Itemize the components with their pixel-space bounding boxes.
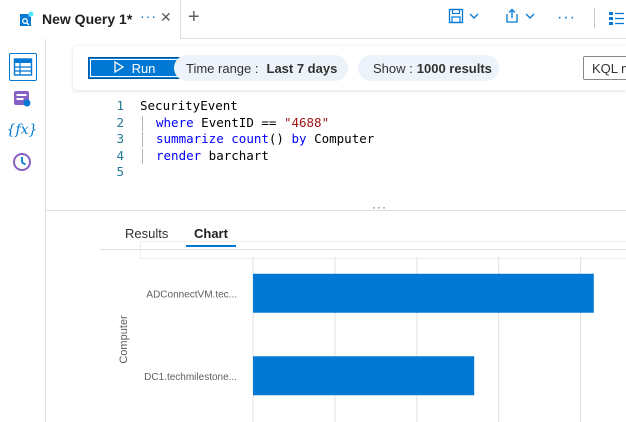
query-tab-bar: New Query 1* ··· ✕ + ···	[0, 0, 626, 39]
history-icon[interactable]	[9, 149, 35, 175]
line-number: 5	[116, 164, 124, 179]
code-line: where EventID == "4688"	[156, 115, 329, 131]
save-icon	[448, 8, 464, 29]
code-token: by	[291, 131, 307, 146]
code-token: ()	[268, 131, 292, 146]
code-token: summarize	[156, 131, 224, 146]
tab-results[interactable]: Results	[125, 226, 168, 241]
run-label: Run	[131, 60, 156, 76]
tables-icon[interactable]	[9, 53, 37, 81]
bar	[253, 356, 475, 396]
kql-mode-dropdown[interactable]: KQL mode	[583, 56, 626, 80]
result-limit-picker[interactable]: Show : 1000 results	[358, 55, 499, 81]
show-label: Show :	[373, 60, 413, 76]
category-label: ADConnectVM.tec...	[146, 289, 237, 300]
code-token: render	[156, 147, 202, 163]
line-number: 2	[116, 114, 124, 130]
tab-title: New Query 1*	[42, 11, 133, 27]
code-token: Computer	[306, 131, 375, 146]
code-line: render barchart	[156, 148, 269, 164]
code-token: barchart	[201, 147, 269, 163]
query-icon	[18, 10, 36, 33]
code-line: SecurityEvent	[140, 98, 238, 114]
save-button[interactable]	[448, 6, 480, 30]
y-axis-label: Computer	[118, 315, 130, 364]
line-number: 4	[116, 147, 124, 163]
tab-chart-indicator	[186, 245, 236, 247]
bar	[253, 273, 594, 313]
show-value: 1000 results	[416, 60, 492, 76]
tab-more-icon[interactable]: ···	[140, 8, 157, 24]
query-toolbar: Run Time range : Last 7 days Show : 1000…	[73, 46, 626, 90]
code-line: summarize count() by Computer	[156, 131, 374, 147]
query-editor[interactable]: 1 SecurityEvent 2 where EventID == "4688" 3 s…	[100, 96, 626, 259]
left-rail: {fx}	[0, 39, 46, 422]
code-token: SecurityEvent	[140, 98, 238, 113]
toolbar-divider	[594, 8, 595, 28]
share-icon	[504, 8, 520, 29]
time-range-picker[interactable]: Time range : Last 7 days	[174, 55, 348, 81]
code-token: "4688"	[283, 114, 330, 130]
results-tab-divider	[100, 249, 626, 250]
time-range-label: Time range :	[186, 60, 259, 76]
queries-icon[interactable]	[9, 85, 35, 111]
line-number: 3	[116, 131, 124, 146]
resize-handle[interactable]: ···	[372, 200, 387, 214]
layout-icon[interactable]	[608, 6, 624, 30]
code-token: EventID ==	[193, 114, 284, 130]
more-options-icon[interactable]: ···	[557, 6, 576, 30]
pipe-guide	[142, 115, 143, 131]
share-button[interactable]	[504, 6, 536, 30]
chevron-down-icon	[468, 9, 480, 27]
run-button[interactable]: Run	[88, 57, 181, 79]
code-token: where	[156, 114, 194, 130]
bar-chart: ADConnectVM.tec... DC1.techmilestone... Co…	[118, 257, 594, 422]
new-tab-icon[interactable]: +	[188, 6, 200, 29]
pipe-guide	[142, 132, 143, 147]
line-number: 1	[116, 98, 124, 113]
pipe-guide	[142, 148, 143, 164]
query-tab[interactable]: New Query 1* ··· ✕	[0, 0, 181, 39]
category-label: DC1.techmilestone...	[144, 372, 237, 383]
tab-chart[interactable]: Chart	[194, 226, 228, 241]
chevron-down-icon	[524, 9, 536, 27]
code-token: count	[231, 131, 269, 146]
play-icon	[113, 60, 124, 76]
time-range-value: Last 7 days	[266, 60, 338, 76]
functions-icon[interactable]: {fx}	[7, 117, 38, 143]
tab-close-icon[interactable]: ✕	[160, 9, 172, 26]
pane-splitter[interactable]	[46, 210, 626, 211]
